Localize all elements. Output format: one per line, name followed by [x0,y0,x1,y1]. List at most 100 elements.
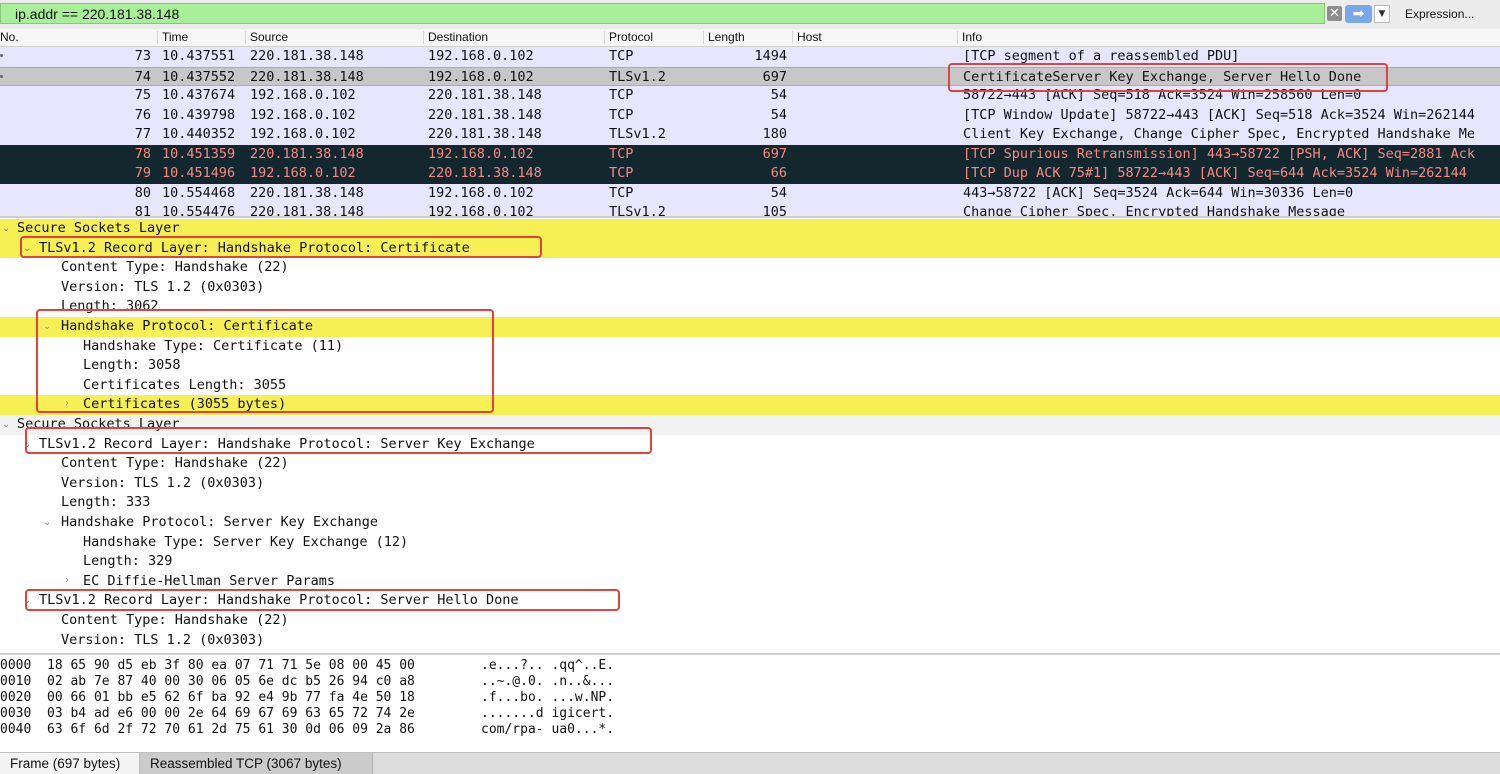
hex-bytes: 00 66 01 bb e5 62 6f ba 92 e4 9b 77 fa 4… [47,690,415,705]
packet-row[interactable]: 81 10.554476 220.181.38.148 192.168.0.10… [0,203,1500,216]
packet-destination: 220.181.38.148 [428,87,542,103]
packet-destination: 192.168.0.102 [428,184,534,201]
hex-offset: 0020 [0,690,32,705]
tree-item-handshake[interactable]: ⌄ Handshake Protocol: Server Key Exchang… [0,513,1500,533]
tree-item-label: Version: TLS 1.2 (0x0303) [61,631,265,648]
hex-offset: 0010 [0,674,32,689]
packet-protocol: TCP [609,145,634,162]
hex-ascii: com/rpa- ua0...*. [481,722,615,737]
packet-time: 10.440352 [162,126,236,142]
clear-filter-icon[interactable]: ✕ [1327,6,1342,21]
packet-length: 54 [770,184,787,201]
packet-list: No. Time Source Destination Protocol Len… [0,29,1500,216]
tree-item-field[interactable]: Content Type: Handshake (22) [0,611,1500,631]
packet-row[interactable]: 77 10.440352 192.168.0.102 220.181.38.14… [0,125,1500,145]
packet-destination: 220.181.38.148 [428,165,542,181]
packet-no: 81 [134,204,151,216]
packet-protocol: TLSv1.2 [609,126,666,142]
column-header-source[interactable]: Source [250,30,288,44]
packet-row[interactable]: 76 10.439798 192.168.0.102 220.181.38.14… [0,106,1500,126]
hex-bytes: 03 b4 ad e6 00 00 2e 64 69 67 69 63 65 7… [47,706,415,721]
packet-protocol: TCP [609,165,634,181]
packet-time: 10.437551 [162,48,236,64]
packet-protocol: TCP [609,87,634,103]
packet-no: 73 [134,48,151,64]
tree-item-label: Content Type: Handshake (22) [61,259,289,276]
packet-no: 79 [134,165,151,181]
packet-no: 74 [134,68,151,85]
annotation-box [36,309,494,413]
packet-destination: 220.181.38.148 [428,106,542,123]
packet-source: 220.181.38.148 [250,184,364,201]
packet-no: 76 [134,106,151,123]
column-header-no[interactable]: No. [0,30,19,44]
packet-destination: 192.168.0.102 [428,145,534,162]
tree-item-field[interactable]: Version: TLS 1.2 (0x0303) [0,474,1500,494]
packet-length: 180 [762,126,787,142]
tab-reassembled-tcp[interactable]: Reassembled TCP (3067 bytes) [140,753,373,774]
tree-item-field[interactable]: Length: 333 [0,493,1500,513]
tree-item-label: Handshake Protocol: Server Key Exchange [61,514,378,530]
packet-time: 10.554468 [162,184,236,201]
tree-item-field[interactable]: Content Type: Handshake (22) [0,258,1500,278]
column-divider [957,31,958,44]
tree-item-field[interactable]: Version: TLS 1.2 (0x0303) [0,278,1500,298]
tree-item-label: Version: TLS 1.2 (0x0303) [61,278,265,295]
packet-time: 10.451496 [162,165,236,181]
tree-item-field[interactable]: Length: 329 [0,552,1500,572]
packet-info: [TCP Spurious Retransmission] 443→58722 … [963,145,1476,162]
chevron-down-icon[interactable]: ▼ [1374,5,1390,23]
packet-no: 75 [134,87,151,103]
packet-length: 1494 [754,48,787,64]
hex-bytes: 02 ab 7e 87 40 00 30 06 05 6e dc b5 26 9… [47,674,415,689]
hex-ascii: .......d igicert. [481,706,615,721]
packet-destination: 192.168.0.102 [428,68,534,85]
tree-item-field[interactable]: Version: TLS 1.2 (0x0303) [0,631,1500,651]
packet-length: 697 [762,145,787,162]
packet-row-error[interactable]: 78 10.451359 220.181.38.148 192.168.0.10… [0,144,1500,164]
expand-toggle-icon[interactable]: ⌄ [43,517,51,528]
tree-item-label: Content Type: Handshake (22) [61,455,289,472]
packet-no: 78 [134,145,151,162]
packet-row-error[interactable]: 79 10.451496 192.168.0.102 220.181.38.14… [0,164,1500,184]
display-filter-toolbar: ip.addr == 220.181.38.148 ✕ ➡ ▼ Expressi… [0,0,1500,30]
column-divider [245,31,246,44]
packet-source: 192.168.0.102 [250,106,356,123]
packet-row[interactable]: 80 10.554468 220.181.38.148 192.168.0.10… [0,184,1500,204]
column-header-info[interactable]: Info [962,30,982,44]
column-header-length[interactable]: Length [708,30,745,44]
expand-toggle-icon[interactable]: ⌄ [2,223,10,234]
packet-source: 220.181.38.148 [250,68,364,85]
tab-frame-bytes[interactable]: Frame (697 bytes) [0,753,140,774]
apply-arrow-icon[interactable]: ➡ [1345,5,1372,23]
column-header-time[interactable]: Time [162,30,188,44]
display-filter-input[interactable]: ip.addr == 220.181.38.148 [0,3,1325,24]
expand-toggle-icon[interactable]: ⌄ [2,419,10,430]
packet-time: 10.451359 [162,145,236,162]
packet-time: 10.439798 [162,106,236,123]
hex-bytes: 18 65 90 d5 eb 3f 80 ea 07 71 71 5e 08 0… [47,658,415,673]
hex-ascii: .f...bo. ...w.NP. [481,690,615,705]
packet-protocol: TLSv1.2 [609,68,666,85]
annotation-box [25,427,652,454]
annotation-box [948,63,1388,92]
packet-no: 80 [134,184,151,201]
hex-ascii: ..~.@.0. .n..&... [481,674,615,689]
hex-dump-pane: 0000 18 65 90 d5 eb 3f 80 ea 07 71 71 5e… [0,653,1500,752]
packet-length: 697 [762,68,787,85]
packet-info: 443→58722 [ACK] Seq=3524 Ack=644 Win=303… [963,184,1354,201]
packet-info: [TCP Dup ACK 75#1] 58722→443 [ACK] Seq=6… [963,165,1467,181]
tree-item-field[interactable]: Handshake Type: Server Key Exchange (12) [0,533,1500,553]
tree-item-label: Version: TLS 1.2 (0x0303) [61,474,265,491]
column-header-host[interactable]: Host [797,30,822,44]
packet-list-header: No. Time Source Destination Protocol Len… [0,29,1500,47]
packet-no: 77 [134,126,151,142]
hex-bytes: 63 6f 6d 2f 72 70 61 2d 75 61 30 0d 06 0… [47,722,415,737]
packet-length: 54 [770,87,787,103]
packet-destination: 192.168.0.102 [428,204,534,216]
column-header-protocol[interactable]: Protocol [609,30,653,44]
column-header-destination[interactable]: Destination [428,30,488,44]
tree-item-field[interactable]: Content Type: Handshake (22) [0,454,1500,474]
expression-button[interactable]: Expression... [1396,4,1500,25]
expand-toggle-icon[interactable]: › [65,575,69,586]
